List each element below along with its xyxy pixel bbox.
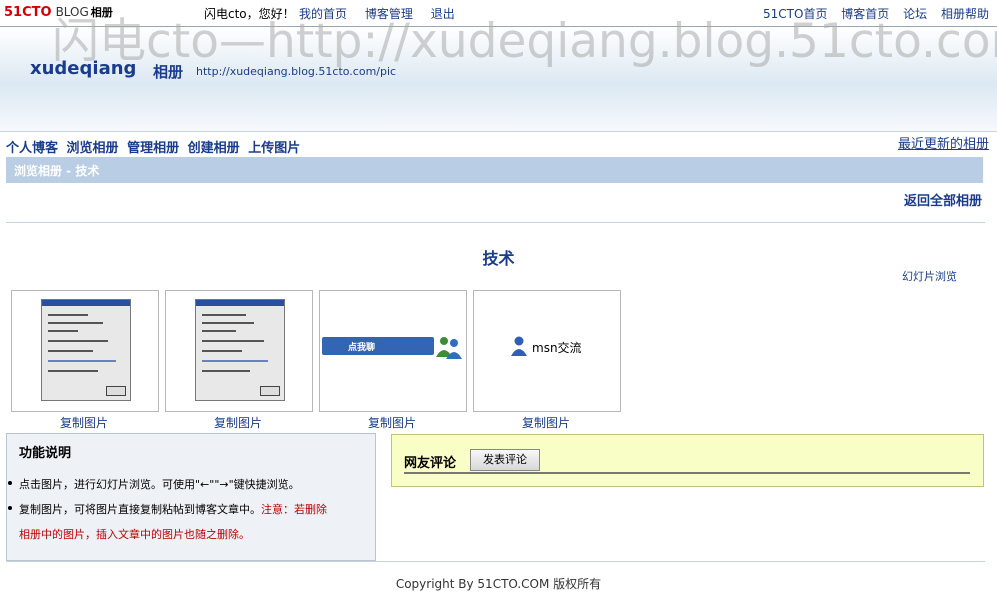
top-bar: 51CTO BLOG 相册 闪电cto，您好！ 我的首页 博客管理 退出 51CTO… [0,0,997,27]
greeting-text: 闪电cto，您好！ [204,7,295,21]
logo-album: 相册 [90,6,113,19]
help-panel: 功能说明 点击图片，进行幻灯片浏览。可使用"←""→"键快捷浏览。 复制图片，可… [6,433,376,561]
photo-thumbnail-1[interactable] [11,290,159,412]
footer-divider [6,561,985,562]
recent-albums-link[interactable]: 最近更新的相册 [898,133,989,152]
my-home-link[interactable]: 我的首页 [299,7,347,21]
site-logo[interactable]: 51CTO BLOG 相册 [4,4,113,20]
blog-header: xudeqiang 相册 http://xudeqiang.blog.51cto… [0,27,997,132]
slideshow-link[interactable]: 幻灯片浏览 [902,268,957,284]
breadcrumb: 浏览相册 - 技术 [6,157,983,183]
menu-browse-album[interactable]: 浏览相册 [67,141,119,156]
dialog-screenshot-image [41,299,131,401]
people-icon [436,337,462,359]
copy-photo-link-4[interactable]: 复制图片 [472,414,620,431]
blog-home-link[interactable]: 博客首页 [841,7,889,21]
logo-blog: BLOG [55,5,89,19]
51cto-home-link[interactable]: 51CTO首页 [763,7,827,21]
help-item-2-continued: 相册中的图片，插入文章中的图片也随之删除。 [19,528,250,541]
album-menu: 个人博客 浏览相册 管理相册 创建相册 上传图片 [6,137,304,156]
warning-text: 注意：若删除 [261,503,327,516]
menu-manage-album[interactable]: 管理相册 [127,141,179,156]
comments-label: 网友评论 [404,456,457,471]
dialog-screenshot-image [195,299,285,401]
user-nav: 我的首页 博客管理 退出 [299,5,469,22]
breadcrumb-text: 浏览相册 - 技术 [14,164,100,178]
menu-create-album[interactable]: 创建相册 [188,141,240,156]
album-title: 技术 [482,249,515,268]
blog-manage-link[interactable]: 博客管理 [365,7,413,21]
comments-panel: 网友评论 发表评论 [391,434,984,487]
logout-link[interactable]: 退出 [431,7,455,21]
help-item-2: 复制图片，可将图片直接复制粘帖到博客文章中。注意：若删除 [8,497,327,522]
photo-thumbnail-3[interactable]: 点我聊 [319,290,467,412]
photo-thumbnail-2[interactable] [165,290,313,412]
chat-banner-text: 点我聊 [348,343,376,353]
album-url-link[interactable]: http://xudeqiang.blog.51cto.com/pic [196,65,396,78]
comments-divider [404,472,970,474]
copyright-footer: Copyright By 51CTO.COM 版权所有 [395,577,602,591]
site-nav: 51CTO首页 博客首页 论坛 相册帮助 [753,5,989,22]
blog-name-link[interactable]: xudeqiang [30,58,136,79]
album-heading: 相册 [153,63,184,81]
copy-photo-link-1[interactable]: 复制图片 [10,414,158,431]
help-item-1: 点击图片，进行幻灯片浏览。可使用"←""→"键快捷浏览。 [8,472,300,497]
msn-icon [511,336,527,356]
copy-photo-link-2[interactable]: 复制图片 [164,414,312,431]
chat-banner-image: 点我聊 [322,337,434,355]
photo-thumbnail-4[interactable]: msn交流 [473,290,621,412]
album-help-link[interactable]: 相册帮助 [941,7,989,21]
msn-label: msn交流 [532,341,582,355]
forum-link[interactable]: 论坛 [903,7,927,21]
post-comment-button[interactable]: 发表评论 [470,449,540,471]
back-to-all-albums-link[interactable]: 返回全部相册 [904,190,982,209]
logo-51cto: 51CTO [4,5,52,20]
help-title: 功能说明 [19,446,72,461]
menu-upload-photo[interactable]: 上传图片 [248,141,300,156]
menu-personal-blog[interactable]: 个人博客 [6,141,58,156]
copy-photo-link-3[interactable]: 复制图片 [318,414,466,431]
divider [6,222,985,223]
